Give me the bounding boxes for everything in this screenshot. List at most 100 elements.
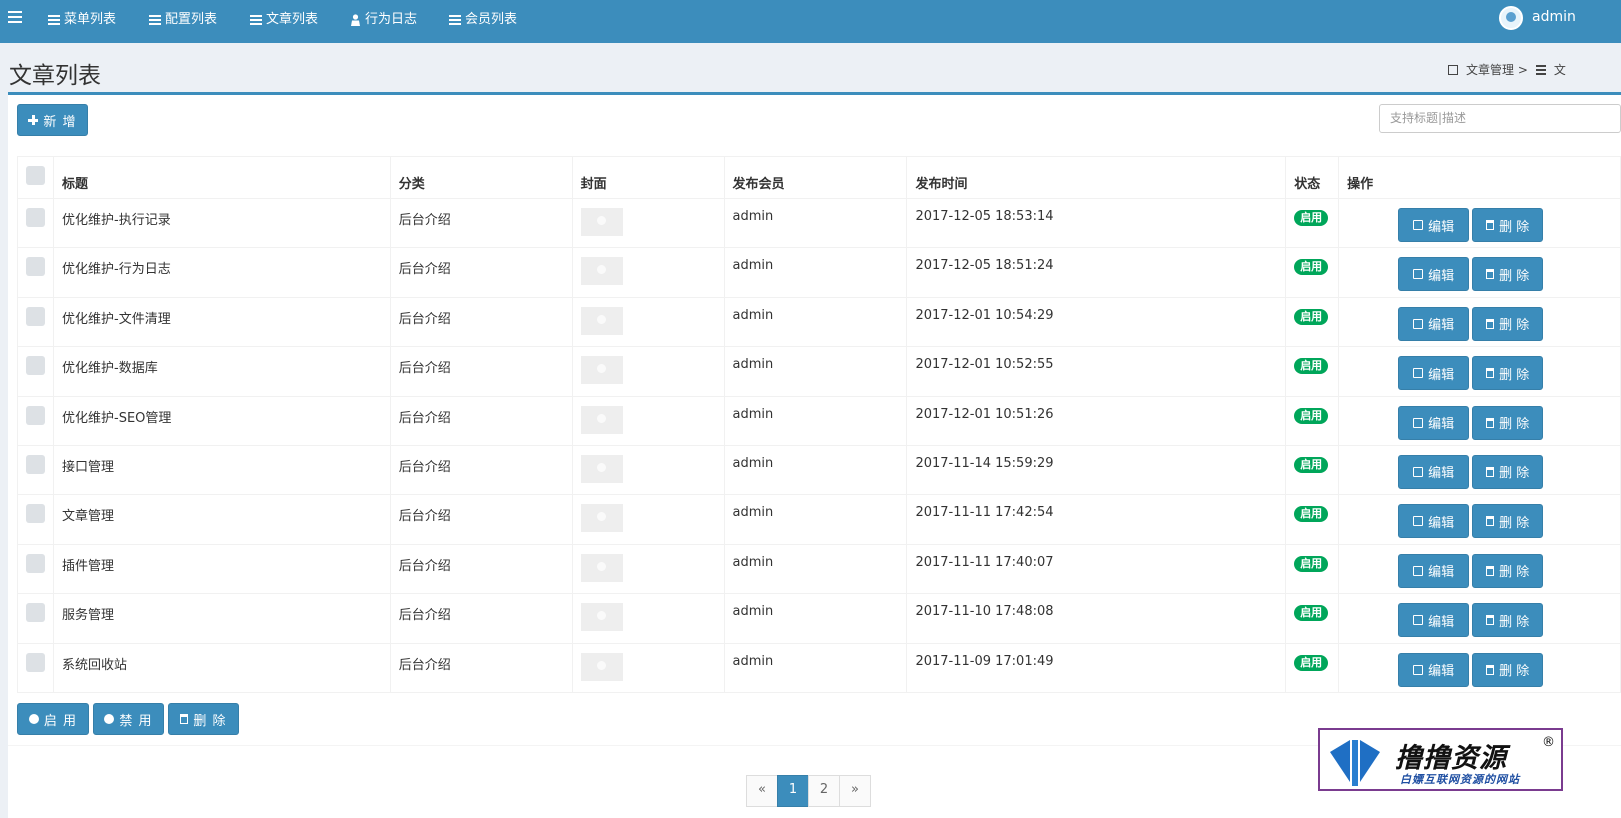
status-badge[interactable]: 启用: [1294, 407, 1329, 424]
status-badge[interactable]: 启用: [1294, 210, 1329, 226]
page-1[interactable]: 1: [777, 775, 809, 807]
delete-button[interactable]: 删 除: [1472, 603, 1544, 638]
trash-icon: [1486, 615, 1495, 626]
cover-image: [580, 208, 623, 236]
row-checkbox[interactable]: [26, 405, 45, 425]
column-header-member[interactable]: 发布会员: [723, 156, 908, 199]
edit-button-label: 编辑: [1428, 417, 1455, 433]
row-checkbox[interactable]: [26, 652, 45, 672]
cell-actions: 编辑 删 除: [1338, 247, 1621, 298]
row-select-cell: [17, 593, 54, 644]
cell-time: 2017-12-05 18:53:14: [906, 197, 1287, 249]
delete-button[interactable]: 删 除: [1472, 454, 1544, 489]
column-header-time[interactable]: 发布时间: [906, 156, 1287, 199]
edit-button[interactable]: 编辑: [1398, 356, 1470, 391]
status-badge[interactable]: 启用: [1294, 358, 1329, 375]
page-next[interactable]: »: [839, 775, 871, 807]
cell-cover: [571, 642, 725, 693]
edit-button[interactable]: 编辑: [1398, 306, 1470, 341]
list-icon: [250, 15, 262, 25]
nav-item-label: 菜单列表: [64, 12, 117, 27]
sidebar-toggle-icon[interactable]: [8, 11, 22, 25]
cell-time: 2017-11-11 17:42:54: [906, 494, 1287, 545]
edit-icon: [1413, 220, 1424, 230]
nav-item-article-list[interactable]: 文章列表: [250, 10, 318, 30]
watermark-registered: ®: [1542, 735, 1555, 750]
delete-button[interactable]: 删 除: [1472, 356, 1544, 391]
search-input[interactable]: 支持标题|描述: [1379, 104, 1621, 133]
pagination: « 1 2 »: [746, 775, 871, 807]
nav-item-config-list[interactable]: 配置列表: [149, 10, 217, 30]
delete-button[interactable]: 删 除: [1472, 405, 1544, 440]
delete-button[interactable]: 删 除: [1472, 257, 1544, 292]
row-checkbox[interactable]: [26, 553, 45, 573]
edit-button[interactable]: 编辑: [1398, 257, 1470, 292]
avatar[interactable]: [1499, 6, 1523, 30]
edit-button[interactable]: 编辑: [1398, 603, 1470, 638]
table-row: 优化维护-执行记录 后台介绍 admin 2017-12-05 18:53:14 启用编…: [17, 197, 1621, 249]
edit-button[interactable]: 编辑: [1398, 454, 1470, 489]
status-badge[interactable]: 启用: [1294, 259, 1329, 276]
column-header-category[interactable]: 分类: [389, 156, 573, 199]
column-header-status[interactable]: 状态: [1285, 156, 1340, 199]
edit-button[interactable]: 编辑: [1398, 504, 1470, 539]
cell-title: 优化维护-执行记录: [53, 197, 391, 249]
bulk-disable-button[interactable]: 禁 用: [93, 703, 164, 735]
edit-button-label: 编辑: [1428, 318, 1455, 334]
breadcrumb-item[interactable]: 文章管理 >: [1466, 61, 1528, 78]
watermark-logo-icon: [1330, 740, 1380, 786]
row-checkbox[interactable]: [26, 504, 45, 524]
cell-time: 2017-12-01 10:52:55: [906, 346, 1287, 397]
bulk-enable-button[interactable]: 启 用: [17, 703, 89, 735]
delete-button[interactable]: 删 除: [1472, 652, 1544, 687]
column-header-cover[interactable]: 封面: [571, 156, 725, 199]
column-header-title[interactable]: 标题: [53, 156, 391, 199]
status-badge[interactable]: 启用: [1294, 605, 1329, 622]
edit-button[interactable]: 编辑: [1398, 405, 1470, 440]
status-badge[interactable]: 启用: [1294, 555, 1329, 572]
row-checkbox[interactable]: [26, 306, 45, 326]
list-icon: [449, 15, 461, 25]
edit-button-label: 编辑: [1428, 664, 1455, 680]
edit-button[interactable]: 编辑: [1398, 208, 1470, 242]
add-button[interactable]: 新 增: [17, 104, 88, 136]
status-badge[interactable]: 启用: [1294, 654, 1329, 671]
row-checkbox[interactable]: [26, 208, 45, 227]
status-badge[interactable]: 启用: [1294, 506, 1329, 523]
user-name[interactable]: admin: [1532, 9, 1576, 25]
page-title: 文章列表: [9, 63, 101, 89]
row-checkbox[interactable]: [26, 603, 45, 623]
edit-button[interactable]: 编辑: [1398, 652, 1470, 687]
delete-button-label: 删 除: [1499, 367, 1530, 383]
bulk-delete-button[interactable]: 删 除: [168, 703, 239, 735]
page-2[interactable]: 2: [808, 775, 840, 807]
breadcrumb-item[interactable]: 文: [1554, 61, 1566, 78]
status-badge[interactable]: 启用: [1294, 308, 1329, 325]
cell-cover: [571, 247, 725, 298]
nav-item-menu-list[interactable]: 菜单列表: [48, 10, 116, 30]
edit-button[interactable]: 编辑: [1398, 553, 1470, 588]
cell-time: 2017-11-11 17:40:07: [906, 543, 1287, 595]
edit-button-label: 编辑: [1428, 515, 1455, 531]
add-button-label: 新 增: [43, 114, 77, 130]
nav-item-member-list[interactable]: 会员列表: [449, 10, 517, 30]
status-badge[interactable]: 启用: [1294, 456, 1329, 473]
delete-button[interactable]: 删 除: [1472, 208, 1544, 242]
cell-cover: [571, 346, 725, 397]
row-checkbox[interactable]: [26, 454, 45, 474]
table-header-row: 标题 分类 封面 发布会员 发布时间 状态 操作: [17, 156, 1621, 199]
cell-status: 启用: [1285, 296, 1340, 348]
bulk-enable-label: 启 用: [43, 713, 78, 729]
row-checkbox[interactable]: [26, 257, 45, 277]
delete-button[interactable]: 删 除: [1472, 553, 1544, 588]
select-all-checkbox[interactable]: [26, 166, 45, 185]
delete-button[interactable]: 删 除: [1472, 306, 1544, 341]
row-checkbox[interactable]: [26, 356, 45, 376]
nav-item-action-log[interactable]: 行为日志: [350, 10, 417, 30]
cell-actions: 编辑 删 除: [1338, 197, 1621, 249]
page-prev[interactable]: «: [746, 775, 778, 807]
edit-icon: [1448, 64, 1458, 75]
cover-image: [580, 652, 623, 681]
delete-button-label: 删 除: [1499, 219, 1530, 235]
delete-button[interactable]: 删 除: [1472, 504, 1544, 539]
